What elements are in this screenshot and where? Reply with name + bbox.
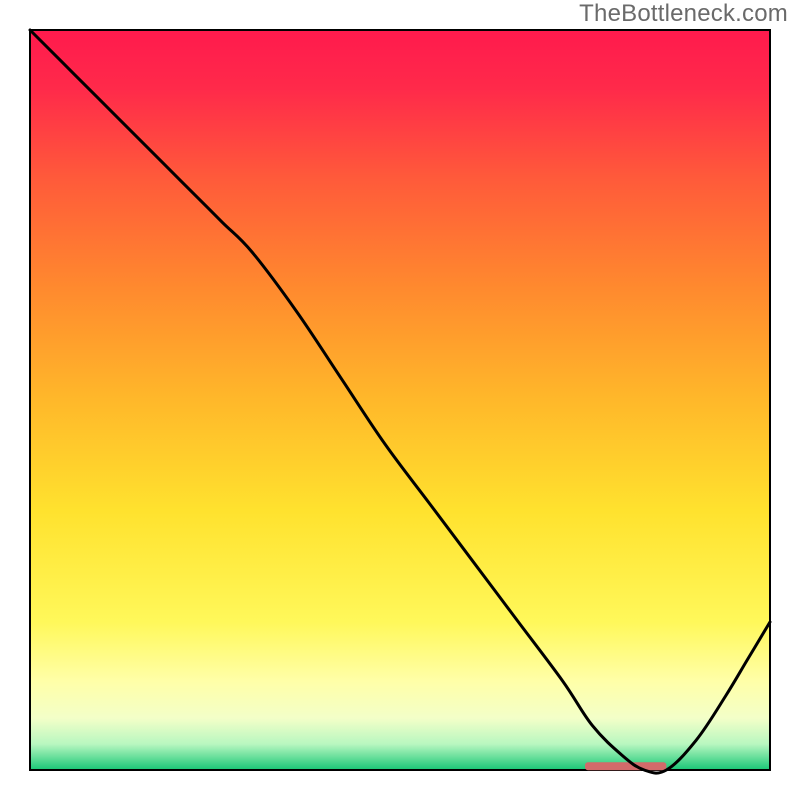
marker-band [585,762,666,770]
chart-stage: TheBottleneck.com [0,0,800,800]
chart-svg [0,0,800,800]
